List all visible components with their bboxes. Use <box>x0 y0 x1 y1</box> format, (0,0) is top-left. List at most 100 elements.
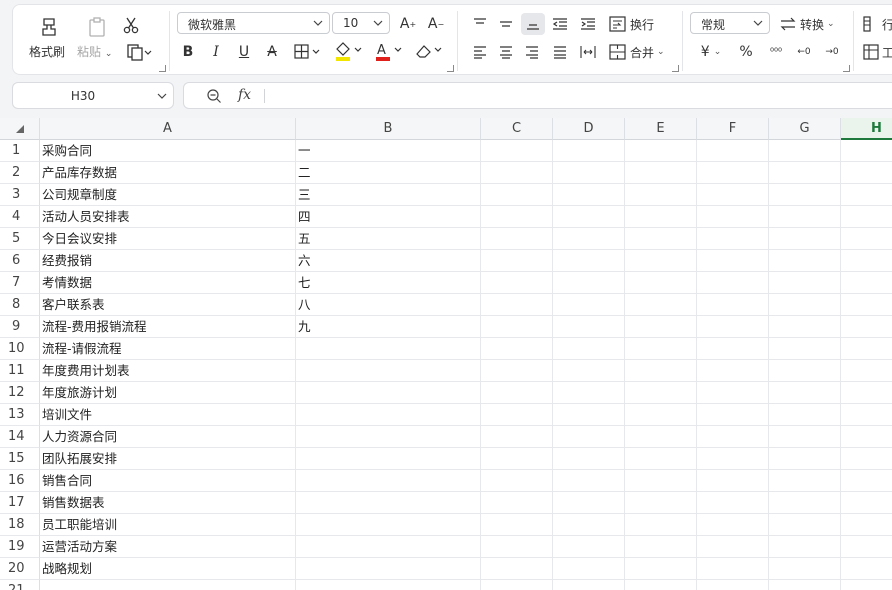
cell-d17[interactable] <box>553 492 625 514</box>
row-header[interactable]: 2 <box>0 162 40 184</box>
cell-d3[interactable] <box>553 184 625 206</box>
cell-h18[interactable] <box>841 514 892 536</box>
cell-h16[interactable] <box>841 470 892 492</box>
cell-c4[interactable] <box>481 206 553 228</box>
cell-b20[interactable] <box>296 558 481 580</box>
cell-f3[interactable] <box>697 184 769 206</box>
cell-c5[interactable] <box>481 228 553 250</box>
align-left-button[interactable] <box>469 41 491 63</box>
row-header[interactable]: 5 <box>0 228 40 250</box>
percent-button[interactable]: % <box>735 41 757 63</box>
column-header-c[interactable]: C <box>481 118 553 140</box>
cell-g16[interactable] <box>769 470 841 492</box>
cell-e16[interactable] <box>625 470 697 492</box>
cell-h17[interactable] <box>841 492 892 514</box>
cell-a18[interactable]: 员工职能培训 <box>40 514 296 536</box>
fill-color-button[interactable] <box>331 39 365 63</box>
cell-c7[interactable] <box>481 272 553 294</box>
clear-format-button[interactable] <box>411 39 445 63</box>
cell-b14[interactable] <box>296 426 481 448</box>
increase-decimal-button[interactable]: ←0 <box>793 41 815 63</box>
row-header[interactable]: 15 <box>0 448 40 470</box>
formula-bar[interactable]: fx <box>183 82 892 109</box>
row-header[interactable]: 16 <box>0 470 40 492</box>
cell-d10[interactable] <box>553 338 625 360</box>
cell-b17[interactable] <box>296 492 481 514</box>
increase-font-button[interactable]: A + <box>397 13 419 35</box>
cell-f6[interactable] <box>697 250 769 272</box>
cell-f10[interactable] <box>697 338 769 360</box>
cell-b13[interactable] <box>296 404 481 426</box>
cell-b15[interactable] <box>296 448 481 470</box>
column-header-b[interactable]: B <box>296 118 481 140</box>
name-box[interactable]: H30 <box>12 82 174 109</box>
cell-g19[interactable] <box>769 536 841 558</box>
cell-a17[interactable]: 销售数据表 <box>40 492 296 514</box>
cell-b3[interactable]: 三 <box>296 184 481 206</box>
bold-button[interactable]: B <box>177 41 199 63</box>
cell-h13[interactable] <box>841 404 892 426</box>
cell-f13[interactable] <box>697 404 769 426</box>
cell-d5[interactable] <box>553 228 625 250</box>
cell-a2[interactable]: 产品库存数据 <box>40 162 296 184</box>
font-color-button[interactable]: A <box>371 39 405 63</box>
cell-f11[interactable] <box>697 360 769 382</box>
cell-d11[interactable] <box>553 360 625 382</box>
cell-e21[interactable] <box>625 580 697 590</box>
column-header-d[interactable]: D <box>553 118 625 140</box>
cell-e17[interactable] <box>625 492 697 514</box>
cell-c18[interactable] <box>481 514 553 536</box>
cell-f8[interactable] <box>697 294 769 316</box>
cell-e6[interactable] <box>625 250 697 272</box>
cell-b8[interactable]: 八 <box>296 294 481 316</box>
cell-b6[interactable]: 六 <box>296 250 481 272</box>
cell-a14[interactable]: 人力资源合同 <box>40 426 296 448</box>
cell-f20[interactable] <box>697 558 769 580</box>
cell-b21[interactable] <box>296 580 481 590</box>
cell-e8[interactable] <box>625 294 697 316</box>
borders-button[interactable] <box>291 41 323 63</box>
cell-f2[interactable] <box>697 162 769 184</box>
cell-b2[interactable]: 二 <box>296 162 481 184</box>
cell-c1[interactable] <box>481 140 553 162</box>
cell-g13[interactable] <box>769 404 841 426</box>
italic-button[interactable]: I <box>205 41 227 63</box>
cell-a6[interactable]: 经费报销 <box>40 250 296 272</box>
cell-g3[interactable] <box>769 184 841 206</box>
currency-button[interactable]: ¥ ⌄ <box>695 41 727 63</box>
cell-f1[interactable] <box>697 140 769 162</box>
cell-a8[interactable]: 客户联系表 <box>40 294 296 316</box>
cell-b7[interactable]: 七 <box>296 272 481 294</box>
cell-a10[interactable]: 流程-请假流程 <box>40 338 296 360</box>
row-header[interactable]: 21 <box>0 580 40 590</box>
column-header-f[interactable]: F <box>697 118 769 140</box>
cell-c12[interactable] <box>481 382 553 404</box>
cell-g5[interactable] <box>769 228 841 250</box>
cell-h1[interactable] <box>841 140 892 162</box>
cell-e11[interactable] <box>625 360 697 382</box>
cell-b9[interactable]: 九 <box>296 316 481 338</box>
cell-g18[interactable] <box>769 514 841 536</box>
cell-c8[interactable] <box>481 294 553 316</box>
cell-d2[interactable] <box>553 162 625 184</box>
row-header[interactable]: 12 <box>0 382 40 404</box>
cell-e9[interactable] <box>625 316 697 338</box>
cell-d21[interactable] <box>553 580 625 590</box>
cell-a21[interactable] <box>40 580 296 590</box>
cell-c11[interactable] <box>481 360 553 382</box>
cell-e18[interactable] <box>625 514 697 536</box>
cell-h6[interactable] <box>841 250 892 272</box>
convert-button[interactable]: 转换 ⌄ <box>779 13 841 35</box>
cell-h8[interactable] <box>841 294 892 316</box>
underline-button[interactable]: U <box>233 41 255 63</box>
worksheet-button[interactable]: 工 <box>863 41 892 63</box>
cell-f7[interactable] <box>697 272 769 294</box>
fx-icon[interactable]: fx <box>238 87 251 103</box>
format-painter-button[interactable] <box>33 13 65 41</box>
cell-g7[interactable] <box>769 272 841 294</box>
cell-e13[interactable] <box>625 404 697 426</box>
merge-button[interactable]: 合并 ⌄ <box>609 41 669 63</box>
cell-d16[interactable] <box>553 470 625 492</box>
row-header[interactable]: 6 <box>0 250 40 272</box>
cell-d13[interactable] <box>553 404 625 426</box>
